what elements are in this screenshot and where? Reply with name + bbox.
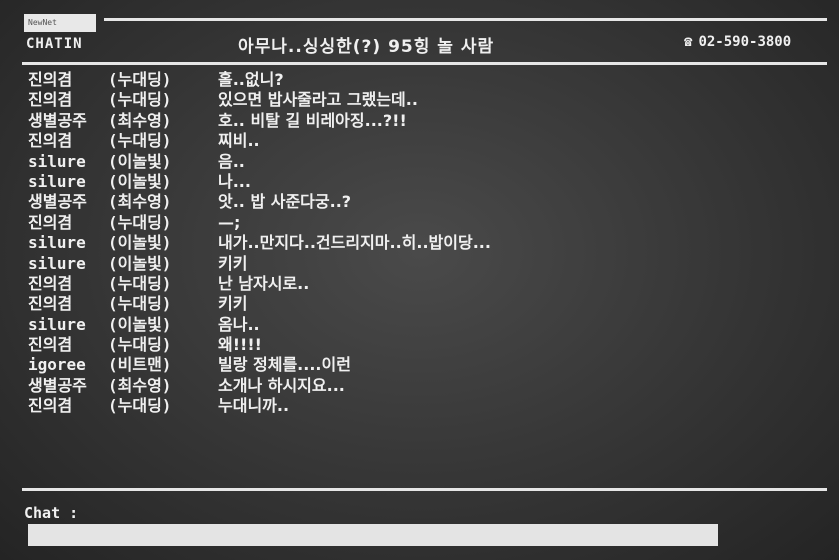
message-nick: (최수영) xyxy=(108,192,172,212)
message-row: 진의겸 (누대딩) 왜!!!! xyxy=(28,335,808,355)
chat-input[interactable] xyxy=(28,524,718,546)
message-nick: (이놀빛) xyxy=(108,253,172,273)
phone-number: ☎ 02-590-3800 xyxy=(684,34,791,50)
message-user: silure xyxy=(28,171,86,191)
message-user: silure xyxy=(28,151,86,171)
message-text: 음.. xyxy=(218,151,245,171)
message-nick: (이놀빛) xyxy=(108,151,172,171)
app-brand: CHATIN xyxy=(26,36,83,52)
message-user: silure xyxy=(28,233,86,253)
message-user: 진의겸 xyxy=(28,335,73,355)
message-user: silure xyxy=(28,253,86,273)
terminal-screen: NewNet CHATIN 아무나..싱싱한(?) 95힝 놀 사람 ☎ 02-5… xyxy=(0,0,839,560)
top-divider xyxy=(104,18,827,21)
message-text: 찌비.. xyxy=(218,131,260,151)
message-text: 앗.. 밥 사준다궁..? xyxy=(218,192,352,212)
message-row: 진의겸 (누대딩) 누대니까.. xyxy=(28,396,808,416)
message-user: 생별공주 xyxy=(28,375,87,395)
message-row: 생별공주 (최수영) 앗.. 밥 사준다궁..? xyxy=(28,192,808,212)
message-row: 진의겸 (누대딩) 있으면 밥사줄라고 그랬는데.. xyxy=(28,90,808,110)
header-divider xyxy=(22,62,827,65)
phone-text: 02-590-3800 xyxy=(698,34,792,50)
message-user: silure xyxy=(28,314,86,334)
room-title: 아무나..싱싱한(?) 95힝 놀 사람 xyxy=(238,37,495,57)
message-text: 키키 xyxy=(218,253,248,273)
message-user: 진의겸 xyxy=(28,273,73,293)
message-text: —; xyxy=(218,212,241,232)
message-nick: (최수영) xyxy=(108,375,172,395)
message-text: 나... xyxy=(218,171,251,191)
message-user: 진의겸 xyxy=(28,294,73,314)
message-text: 홀..없니? xyxy=(218,70,284,89)
message-nick: (누대딩) xyxy=(108,90,172,110)
message-text: 키키 xyxy=(218,294,248,314)
message-nick: (비트맨) xyxy=(108,355,172,375)
message-user: 진의겸 xyxy=(28,396,73,416)
message-nick: (누대딩) xyxy=(108,131,172,151)
message-row: igoree (비트맨) 빌랑 정체를....이런 xyxy=(28,355,808,375)
message-text: 있으면 밥사줄라고 그랬는데.. xyxy=(218,90,418,110)
message-text: 내가..만지다..건드리지마..히..밥이당... xyxy=(218,233,491,253)
message-row: silure (이놀빛) 키키 xyxy=(28,254,808,274)
message-text: 호.. 비탈 길 비레아징...?!! xyxy=(218,110,407,130)
message-text: 소개나 하시지요... xyxy=(218,375,345,395)
message-row: 진의겸 (누대딩) —; xyxy=(28,213,808,233)
message-text: 옴나.. xyxy=(218,314,260,334)
message-row: 진의겸 (누대딩) 찌비.. xyxy=(28,131,808,151)
message-row: 생별공주 (최수영) 소개나 하시지요... xyxy=(28,376,808,396)
message-nick: (누대딩) xyxy=(108,294,172,314)
message-nick: (최수영) xyxy=(108,110,172,130)
message-row: 진의겸 (누대딩) 홀..없니? xyxy=(28,70,808,90)
message-nick: (누대딩) xyxy=(108,70,172,89)
message-nick: (누대딩) xyxy=(108,335,172,355)
message-user: 진의겸 xyxy=(28,70,73,89)
footer-divider xyxy=(22,488,827,491)
message-row: 진의겸 (누대딩) 난 남자시로.. xyxy=(28,274,808,294)
message-text: 누대니까.. xyxy=(218,396,290,416)
message-text: 왜!!!! xyxy=(218,335,262,355)
message-nick: (누대딩) xyxy=(108,212,172,232)
message-user: 진의겸 xyxy=(28,212,73,232)
message-row: 진의겸 (누대딩) 키키 xyxy=(28,294,808,314)
message-text: 빌랑 정체를....이런 xyxy=(218,355,351,375)
message-row: silure (이놀빛) 내가..만지다..건드리지마..히..밥이당... xyxy=(28,233,808,253)
message-list: 진의겸 (누대딩) 홀..없니? 진의겸 (누대딩) 있으면 밥사줄라고 그랬는데.. 생별… xyxy=(28,70,808,417)
message-row: silure (이놀빛) 나... xyxy=(28,172,808,192)
message-user: igoree xyxy=(28,355,86,375)
message-text: 난 남자시로.. xyxy=(218,273,310,293)
message-user: 생별공주 xyxy=(28,192,87,212)
message-nick: (누대딩) xyxy=(108,396,172,416)
message-user: 진의겸 xyxy=(28,90,73,110)
chat-label: Chat : xyxy=(24,504,79,522)
message-nick: (이놀빛) xyxy=(108,314,172,334)
message-nick: (이놀빛) xyxy=(108,233,172,253)
message-row: silure (이놀빛) 옴나.. xyxy=(28,315,808,335)
message-nick: (누대딩) xyxy=(108,273,172,293)
message-user: 생별공주 xyxy=(28,110,87,130)
message-row: 생별공주 (최수영) 호.. 비탈 길 비레아징...?!! xyxy=(28,111,808,131)
message-user: 진의겸 xyxy=(28,131,73,151)
message-row: silure (이놀빛) 음.. xyxy=(28,152,808,172)
telephone-icon: ☎ xyxy=(684,34,693,50)
message-nick: (이놀빛) xyxy=(108,171,172,191)
network-badge: NewNet xyxy=(24,14,96,32)
